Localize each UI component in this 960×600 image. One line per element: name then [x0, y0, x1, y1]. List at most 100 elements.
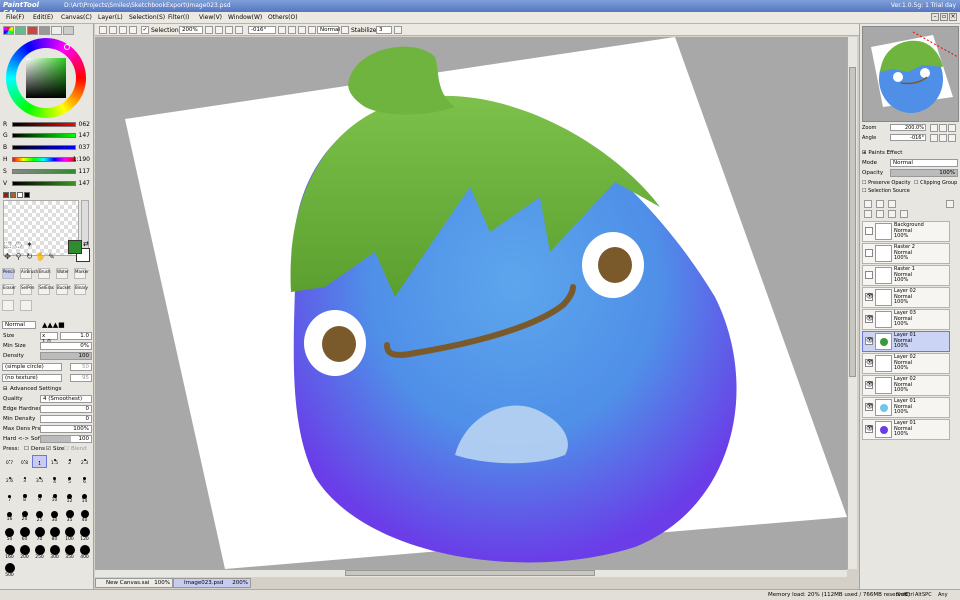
- layer-visibility-icon[interactable]: 👁: [865, 403, 874, 411]
- menu-others[interactable]: Others(O): [268, 14, 298, 21]
- new-layer-icon[interactable]: [864, 200, 872, 208]
- brush-size-21[interactable]: 30: [47, 509, 62, 523]
- mixer-tab-icon[interactable]: [39, 26, 50, 35]
- edge-hardness-value[interactable]: 0: [40, 405, 92, 413]
- nav-rotate-left-icon[interactable]: [930, 134, 938, 142]
- slider-h[interactable]: H 1:190: [2, 155, 92, 165]
- brush-size-18[interactable]: 16: [2, 509, 17, 522]
- blend-checkbox[interactable]: ☐: [64, 446, 69, 452]
- layer-row[interactable]: 👁 Layer 01 Normal 100%: [862, 397, 950, 418]
- brush-size-31[interactable]: 200: [17, 545, 32, 560]
- menu-filter[interactable]: Filter(I): [168, 14, 189, 21]
- brush-shape-value[interactable]: 50: [70, 363, 92, 371]
- slider-s[interactable]: S 117: [2, 167, 92, 177]
- menu-view[interactable]: View(V): [199, 14, 222, 21]
- brush-size-5[interactable]: 2.3: [77, 455, 92, 468]
- brush-airbrush[interactable]: AirBrush: [20, 268, 38, 279]
- zoom-out-icon[interactable]: [215, 26, 223, 34]
- brush-size-36[interactable]: 500: [2, 563, 17, 578]
- restore-icon[interactable]: ▫: [940, 13, 948, 21]
- layer-row[interactable]: Raster 1 Normal 100%: [862, 265, 950, 286]
- select-all-icon[interactable]: [109, 26, 117, 34]
- brush-size-2[interactable]: 1: [32, 455, 47, 468]
- horizontal-scroll-thumb[interactable]: [345, 570, 595, 576]
- hard-soft-row[interactable]: Hard <-> Soft 100: [2, 435, 92, 444]
- doc-tab-1[interactable]: Image023.psd 200%: [173, 578, 251, 588]
- menu-selection[interactable]: Selection(S): [129, 14, 165, 21]
- swatches-tab-icon[interactable]: [51, 26, 62, 35]
- brush-bucket[interactable]: Bucket: [56, 284, 71, 295]
- brush-size-27[interactable]: 80: [47, 527, 62, 542]
- zoom-dropdown-icon[interactable]: [205, 26, 213, 34]
- paints-effect-collapse-icon[interactable]: ⊞: [862, 150, 867, 156]
- size-row[interactable]: Size x 1.01.0: [2, 332, 92, 345]
- brush-size-12[interactable]: 7: [2, 491, 17, 504]
- slider-r-track[interactable]: [12, 122, 76, 127]
- eyedropper-icon[interactable]: ✎: [46, 252, 57, 262]
- brush-selpen[interactable]: SelPen: [20, 284, 34, 295]
- brush-size-15[interactable]: 10: [47, 491, 62, 504]
- clear-layer-icon[interactable]: [888, 210, 896, 218]
- lasso-tool-icon[interactable]: ◌: [13, 240, 24, 250]
- edge-hardness-row[interactable]: Edge Hardness 0: [2, 405, 92, 414]
- brush-marker[interactable]: Marker: [74, 268, 89, 279]
- slider-v[interactable]: V 147: [2, 179, 92, 189]
- new-folder-icon[interactable]: [888, 200, 896, 208]
- slider-g-track[interactable]: [12, 133, 76, 138]
- brush-size-22[interactable]: 35: [62, 509, 77, 523]
- shape-row[interactable]: (simple circle) 50: [2, 363, 92, 372]
- new-icon[interactable]: [99, 26, 107, 34]
- minimize-icon[interactable]: –: [931, 13, 939, 21]
- zoom-field[interactable]: 200%: [179, 26, 203, 34]
- size-checkbox[interactable]: ☑: [46, 446, 51, 452]
- brush-size-24[interactable]: 50: [2, 527, 17, 542]
- vertical-scrollbar[interactable]: [847, 37, 857, 569]
- max-dens-value[interactable]: 100%: [40, 425, 92, 433]
- layer-row[interactable]: Raster 2 Normal 100%: [862, 243, 950, 264]
- delete-layer-icon[interactable]: [900, 210, 908, 218]
- brush-size-34[interactable]: 350: [62, 545, 77, 560]
- menu-edit[interactable]: Edit(E): [33, 14, 53, 21]
- menu-file[interactable]: File(F): [6, 14, 24, 21]
- new-linework-layer-icon[interactable]: [876, 200, 884, 208]
- slider-g[interactable]: G 147: [2, 131, 92, 141]
- sv-square[interactable]: [26, 58, 66, 98]
- angle-dropdown-icon[interactable]: [278, 26, 286, 34]
- nav-zoom-reset-icon[interactable]: [948, 124, 956, 132]
- nav-angle-value[interactable]: -016°: [890, 134, 926, 141]
- menu-layer[interactable]: Layer(L): [98, 14, 123, 21]
- brush-size-10[interactable]: 5: [62, 473, 77, 486]
- brush-size-0[interactable]: 0.7: [2, 455, 17, 468]
- brush-size-32[interactable]: 250: [32, 545, 47, 560]
- dens-checkbox[interactable]: ☐: [24, 446, 29, 452]
- layer-visibility-icon[interactable]: 👁: [865, 293, 874, 301]
- layer-visibility-icon[interactable]: 👁: [865, 425, 874, 433]
- brush-size-23[interactable]: 40: [77, 509, 92, 523]
- swatch-black[interactable]: [24, 192, 30, 198]
- brush-size-16[interactable]: 12: [62, 491, 77, 504]
- texture-row[interactable]: (no texture) 95: [2, 374, 92, 383]
- brush-size-13[interactable]: 8: [17, 491, 32, 504]
- selection-checkbox[interactable]: ✓: [141, 26, 149, 34]
- slider-v-track[interactable]: [12, 181, 76, 186]
- slider-b-track[interactable]: [12, 145, 76, 150]
- layer-mode-select[interactable]: Normal: [890, 159, 958, 167]
- hard-soft-value[interactable]: 100: [40, 435, 92, 443]
- selection-source-row[interactable]: ☐ Selection Source: [862, 188, 910, 194]
- layer-opacity-slider[interactable]: 100%: [890, 169, 958, 177]
- brush-size-6[interactable]: 2.6: [2, 473, 17, 486]
- brush-size-4[interactable]: 2: [62, 455, 77, 468]
- brush-seleras[interactable]: SelEras: [38, 284, 54, 295]
- layer-row[interactable]: 👁 Layer 01 Normal 100%: [862, 331, 950, 352]
- brush-size-33[interactable]: 300: [47, 545, 62, 560]
- rotate-tool-icon[interactable]: ↻: [24, 252, 35, 262]
- invert-selection-icon[interactable]: [129, 26, 137, 34]
- brush-size-11[interactable]: 6: [77, 473, 92, 486]
- brush-size-3[interactable]: 1.5: [47, 455, 62, 468]
- min-density-value[interactable]: 0: [40, 415, 92, 423]
- size-multiplier[interactable]: x 1.0: [40, 332, 58, 345]
- doc-tab-0[interactable]: New Canvas.sai 100%: [95, 578, 173, 588]
- hue-marker-icon[interactable]: [64, 44, 70, 50]
- brush-empty-2[interactable]: [20, 300, 32, 311]
- menu-window[interactable]: Window(W): [228, 14, 262, 21]
